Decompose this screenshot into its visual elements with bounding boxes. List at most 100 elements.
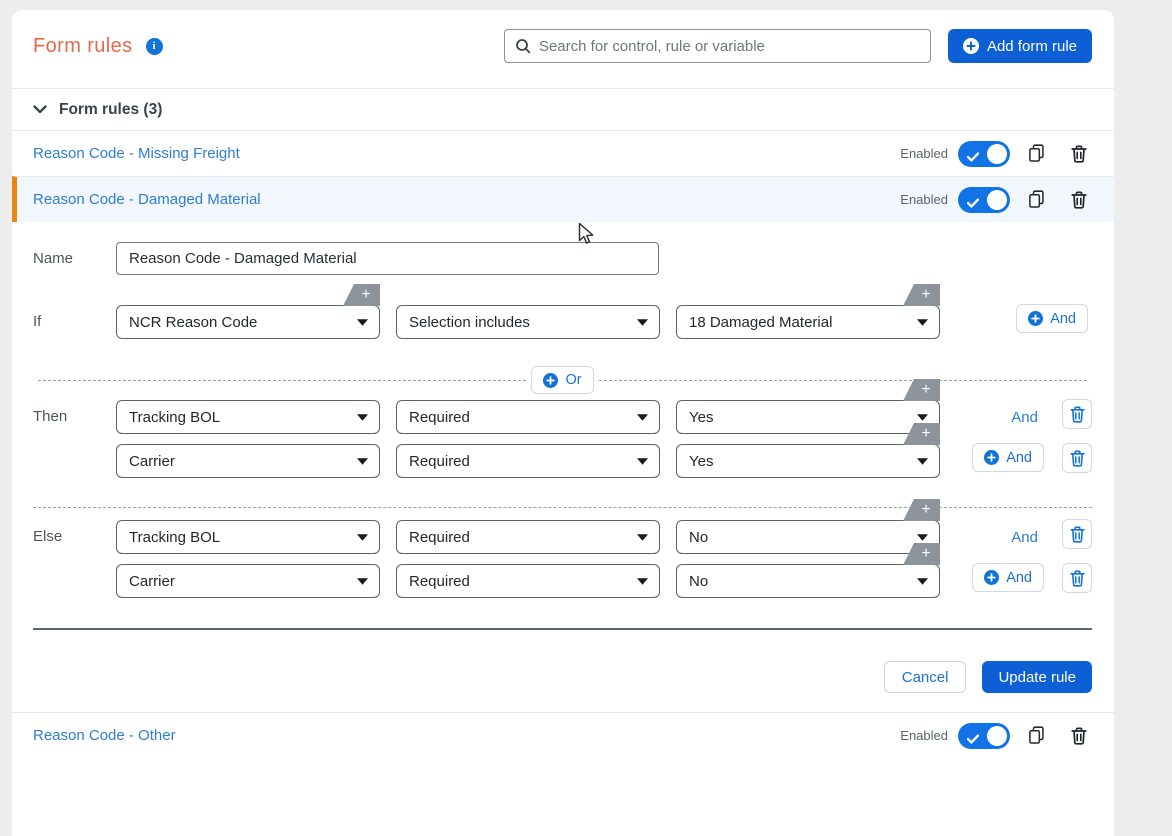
add-expression-tab[interactable]: +: [903, 499, 940, 521]
rule-row: Reason Code - Other Enabled: [12, 712, 1114, 758]
dropdown-caret-icon: [357, 457, 368, 465]
rule-editor: Name If + NCR Reason Code Selection incl…: [12, 242, 1114, 693]
dropdown-caret-icon: [637, 577, 648, 585]
operator-dropdown[interactable]: Required: [396, 520, 660, 554]
delete-action-button[interactable]: [1062, 563, 1092, 593]
trash-icon: [1069, 525, 1085, 543]
delete-action-button[interactable]: [1062, 519, 1092, 549]
dropdown-caret-icon: [357, 533, 368, 541]
control-dropdown[interactable]: + NCR Reason Code: [116, 284, 380, 339]
operator-dropdown[interactable]: Required: [396, 564, 660, 598]
rule-title-link[interactable]: Reason Code - Missing Freight: [33, 145, 240, 162]
dropdown-caret-icon: [917, 318, 928, 326]
add-and-condition-button[interactable]: And: [1016, 304, 1088, 333]
info-icon[interactable]: i: [145, 37, 163, 55]
trash-icon: [1069, 569, 1085, 587]
and-connector-label: And: [1011, 529, 1038, 546]
duplicate-rule-button[interactable]: [1028, 144, 1045, 163]
add-form-rule-button[interactable]: Add form rule: [947, 29, 1092, 63]
plus-circle-icon: [984, 570, 1000, 585]
duplicate-rule-button[interactable]: [1028, 190, 1045, 209]
plus-circle-icon: [962, 38, 979, 54]
rule-title-link[interactable]: Reason Code - Other: [33, 727, 176, 744]
control-dropdown[interactable]: Tracking BOL: [116, 520, 380, 554]
plus-circle-icon: [984, 450, 1000, 465]
page-title: Form rules: [33, 34, 133, 57]
operator-dropdown[interactable]: Selection includes: [396, 305, 660, 339]
enabled-label: Enabled: [900, 146, 948, 161]
and-connector-label: And: [1011, 409, 1038, 426]
check-icon: [966, 195, 980, 213]
then-row-label: [33, 444, 116, 478]
update-rule-button[interactable]: Update rule: [982, 661, 1092, 693]
dropdown-caret-icon: [637, 533, 648, 541]
value-dropdown[interactable]: + No: [676, 499, 940, 554]
check-icon: [966, 731, 980, 749]
dropdown-caret-icon: [917, 457, 928, 465]
control-dropdown[interactable]: Carrier: [116, 444, 380, 478]
trash-icon: [1071, 144, 1087, 163]
dropdown-caret-icon: [637, 457, 648, 465]
delete-action-button[interactable]: [1062, 443, 1092, 473]
plus-circle-icon: [543, 372, 559, 388]
dropdown-caret-icon: [637, 318, 648, 326]
dashed-line: [38, 379, 527, 381]
copy-icon: [1029, 726, 1044, 744]
value-dropdown[interactable]: + 18 Damaged Material: [676, 284, 940, 339]
dashed-line: [598, 379, 1088, 381]
trash-icon: [1071, 190, 1087, 209]
dropdown-caret-icon: [917, 533, 928, 541]
name-label: Name: [33, 250, 74, 267]
chevron-down-icon: [33, 105, 47, 114]
dropdown-caret-icon: [357, 577, 368, 585]
dropdown-caret-icon: [357, 318, 368, 326]
enabled-toggle[interactable]: [958, 186, 1010, 213]
add-and-action-button[interactable]: And: [972, 443, 1044, 472]
control-dropdown[interactable]: Tracking BOL: [116, 400, 380, 434]
trash-icon: [1071, 726, 1087, 745]
delete-rule-button[interactable]: [1071, 190, 1087, 209]
add-expression-tab[interactable]: +: [903, 284, 940, 306]
control-dropdown[interactable]: Carrier: [116, 564, 380, 598]
top-bar: Form rules i Add form rule: [12, 29, 1114, 63]
dropdown-caret-icon: [917, 413, 928, 421]
enabled-label: Enabled: [900, 728, 948, 743]
enabled-toggle[interactable]: [958, 140, 1010, 167]
duplicate-rule-button[interactable]: [1028, 726, 1045, 745]
search-input[interactable]: [538, 37, 920, 55]
dropdown-caret-icon: [637, 413, 648, 421]
dropdown-caret-icon: [357, 413, 368, 421]
rule-name-input[interactable]: [116, 242, 659, 275]
toggle-knob: [987, 725, 1007, 746]
form-rules-section-toggle[interactable]: Form rules (3): [12, 89, 1114, 130]
add-and-action-button[interactable]: And: [972, 563, 1044, 592]
operator-dropdown[interactable]: Required: [396, 400, 660, 434]
value-dropdown[interactable]: + Yes: [676, 423, 940, 478]
rule-row: Reason Code - Missing Freight Enabled: [12, 130, 1114, 176]
cancel-button[interactable]: Cancel: [883, 661, 967, 693]
operator-dropdown[interactable]: Required: [396, 444, 660, 478]
editor-footer-divider: [33, 628, 1092, 630]
delete-action-button[interactable]: [1062, 399, 1092, 429]
toggle-knob: [987, 143, 1007, 164]
search-icon: [516, 39, 531, 54]
section-title: Form rules (3): [59, 100, 163, 118]
copy-icon: [1029, 190, 1044, 208]
form-rules-panel: Form rules i Add form rule Form rules (3…: [12, 10, 1114, 836]
check-icon: [966, 149, 980, 167]
value-dropdown[interactable]: + No: [676, 543, 940, 598]
dropdown-caret-icon: [917, 577, 928, 585]
delete-rule-button[interactable]: [1071, 144, 1087, 163]
else-row-label: [33, 564, 116, 598]
plus-circle-icon: [1028, 311, 1044, 326]
rule-row: Reason Code - Damaged Material Enabled: [12, 176, 1114, 222]
then-label: Then: [33, 408, 68, 425]
delete-rule-button[interactable]: [1071, 726, 1087, 745]
enabled-label: Enabled: [900, 192, 948, 207]
value-dropdown[interactable]: + Yes: [676, 379, 940, 434]
add-or-condition-button[interactable]: Or: [531, 366, 594, 394]
add-expression-tab[interactable]: +: [343, 284, 380, 306]
enabled-toggle[interactable]: [958, 722, 1010, 749]
search-box: [503, 29, 931, 63]
rule-title-link[interactable]: Reason Code - Damaged Material: [33, 191, 261, 208]
